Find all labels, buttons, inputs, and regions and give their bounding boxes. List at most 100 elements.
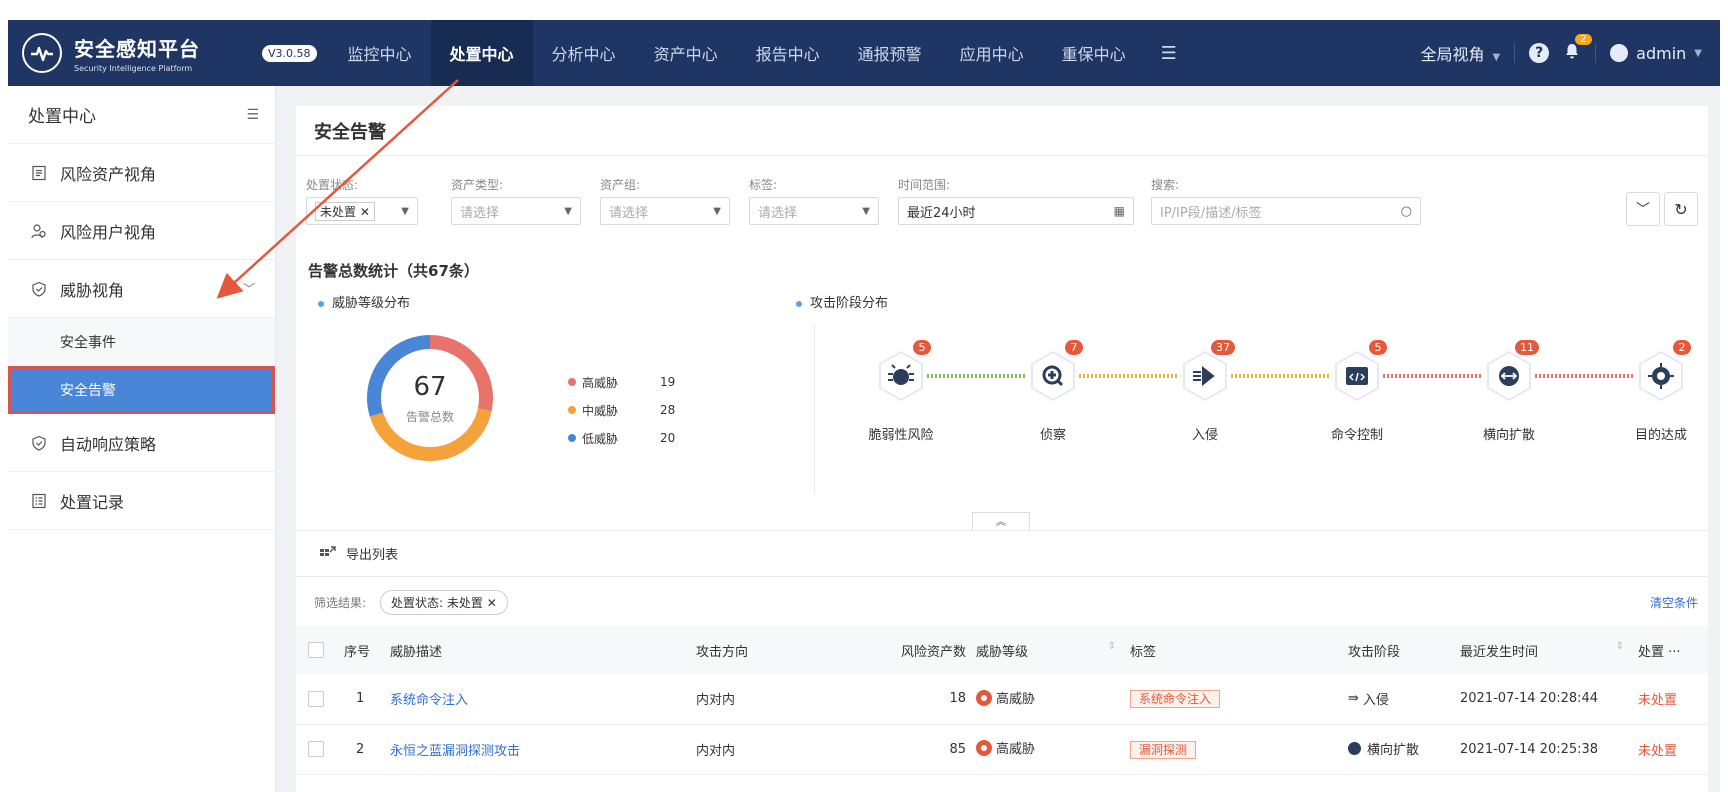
- sort-icon: ⇕: [1107, 640, 1116, 652]
- sidebar-title: 处置中心: [28, 107, 96, 127]
- page-title: 安全告警: [296, 106, 1708, 156]
- chevron-down-icon: ﹀: [1636, 202, 1650, 218]
- caret-down-icon: ▼: [862, 205, 870, 217]
- asset-group-select[interactable]: 请选择 ▼: [600, 197, 730, 225]
- sidebar-item-label: 威胁视角: [60, 280, 125, 300]
- lateral-arrows-icon: [1348, 742, 1361, 755]
- attack-stage[interactable]: 37 入侵: [1170, 340, 1240, 443]
- nav-item[interactable]: 分析中心: [533, 20, 635, 86]
- intrusion-arrow-icon: 37: [1179, 340, 1235, 402]
- filter-label: 资产类型:: [451, 178, 504, 192]
- select-all-checkbox[interactable]: [308, 642, 324, 658]
- legend-value: 28: [660, 403, 676, 417]
- sidebar-item-risk-users[interactable]: 风险用户视角: [8, 202, 275, 260]
- sidebar-item-disposal-records[interactable]: 处置记录: [8, 472, 275, 530]
- threat-level-cell: 高威胁: [976, 674, 1130, 724]
- disposal-status[interactable]: 未处置: [1638, 674, 1708, 724]
- column-header: 攻击方向: [696, 644, 749, 660]
- legend-item[interactable]: 低威胁 20: [568, 424, 680, 452]
- table-header-row: 序号 威胁描述 攻击方向 风险资产数 威胁等级 ⇕ 标签 攻击阶段 最近发生时间 ⇕…: [296, 626, 1708, 674]
- sidebar-subitem-security-alerts[interactable]: 安全告警: [8, 366, 275, 414]
- table-row[interactable]: 2 永恒之蓝漏洞探测攻击 内对内 85 高威胁 漏洞探测 横向扩散 2021-07-14 20…: [296, 724, 1708, 774]
- row-checkbox[interactable]: [308, 741, 324, 757]
- chevron-up-icon: ︽: [996, 517, 1006, 528]
- sidebar-item-risk-assets[interactable]: 风险资产视角: [8, 144, 275, 202]
- asset-type-select[interactable]: 请选择 ▼: [451, 197, 581, 225]
- brand-subtitle: Security Intelligence Platform: [74, 64, 193, 73]
- attack-stage-cell: ⇛ 入侵: [1348, 674, 1460, 724]
- view-selector[interactable]: 全局视角 ▼: [1420, 41, 1500, 65]
- threat-description-link[interactable]: 永恒之蓝漏洞探测攻击: [390, 724, 696, 774]
- filter-time-range: 时间范围: 最近24小时 ▦: [898, 176, 1134, 225]
- attack-stage[interactable]: 2 目的达成: [1626, 340, 1696, 443]
- legend-item[interactable]: 高威胁 19: [568, 368, 680, 396]
- clear-filters-link[interactable]: 清空条件: [1650, 594, 1698, 611]
- attack-stage-cell: 横向扩散: [1348, 724, 1460, 774]
- collapse-sidebar-icon[interactable]: ☰: [246, 107, 259, 123]
- nav-item[interactable]: 重保中心: [1043, 20, 1145, 86]
- nav-item[interactable]: 应用中心: [941, 20, 1043, 86]
- threat-tag[interactable]: 系统命令注入: [1130, 690, 1221, 709]
- stage-label: 横向扩散: [1482, 428, 1535, 443]
- time-range-picker[interactable]: 最近24小时 ▦: [898, 197, 1134, 225]
- table-row[interactable]: 1 系统命令注入 内对内 18 高威胁 系统命令注入 ⇛ 入侵 2021-07-14 20:28…: [296, 674, 1708, 724]
- notification-bell-icon[interactable]: 2: [1563, 33, 1592, 65]
- sidebar-item-auto-response[interactable]: 自动响应策略: [8, 414, 275, 472]
- stage-count-badge: 37: [1211, 340, 1235, 355]
- caret-down-icon: ▼: [401, 205, 409, 217]
- donut-center: 67 告警总数: [364, 332, 496, 464]
- stage-connector: [1231, 374, 1331, 378]
- column-header-sortable[interactable]: 威胁等级 ⇕: [976, 626, 1130, 674]
- risk-asset-count[interactable]: 18: [872, 674, 976, 724]
- filter-status: 处置状态: 未处置 ✕ ▼: [306, 176, 418, 225]
- attack-stage[interactable]: 7 侦察: [1018, 340, 1088, 443]
- filter-chip[interactable]: 处置状态: 未处置 ✕: [380, 590, 508, 615]
- brand-logo[interactable]: 安全感知平台 Security Intelligence Platform: [22, 33, 262, 73]
- disposal-status[interactable]: 未处置: [1638, 724, 1708, 774]
- stage-label: 入侵: [1191, 428, 1218, 443]
- filter-label: 时间范围:: [898, 178, 951, 192]
- collapse-stats-button[interactable]: ︽: [972, 512, 1030, 530]
- column-header: 处置 ···: [1638, 626, 1708, 674]
- column-header-sortable[interactable]: 最近发生时间 ⇕: [1460, 626, 1638, 674]
- help-icon[interactable]: ?: [1529, 43, 1550, 63]
- column-header: 攻击阶段: [1348, 644, 1401, 660]
- status-select[interactable]: 未处置 ✕ ▼: [306, 197, 418, 225]
- attack-stage-label: 横向扩散: [1367, 743, 1420, 758]
- threat-tag[interactable]: 漏洞探测: [1130, 740, 1197, 759]
- user-menu[interactable]: admin ▼: [1610, 44, 1702, 63]
- sidebar-item-label: 风险用户视角: [60, 222, 157, 242]
- more-menu-icon[interactable]: ☰: [1145, 20, 1193, 86]
- expand-filters-button[interactable]: ﹀: [1626, 192, 1660, 226]
- attack-direction: 内对内: [696, 693, 736, 709]
- user-avatar-icon: [1610, 44, 1629, 62]
- row-checkbox[interactable]: [308, 690, 324, 707]
- more-columns-icon[interactable]: ···: [1668, 645, 1680, 660]
- attack-stage[interactable]: 5 脆弱性风险: [866, 340, 936, 443]
- selected-tag: 未处置 ✕: [315, 201, 375, 221]
- nav-item[interactable]: 通报预警: [839, 20, 941, 86]
- close-icon[interactable]: ✕: [487, 596, 497, 610]
- attack-stage[interactable]: 5 命令控制: [1322, 340, 1392, 443]
- filter-label: 标签:: [749, 178, 778, 192]
- nav-item[interactable]: 资产中心: [635, 20, 737, 86]
- select-placeholder: 请选择: [460, 205, 500, 221]
- threat-description-link[interactable]: 系统命令注入: [390, 674, 696, 724]
- nav-item[interactable]: 处置中心: [430, 20, 533, 86]
- refresh-button[interactable]: ↻: [1664, 192, 1698, 226]
- risk-asset-count[interactable]: 85: [872, 724, 976, 774]
- attack-stage[interactable]: 11 横向扩散: [1474, 340, 1544, 443]
- search-input[interactable]: IP/IP段/描述/标签 ○: [1151, 197, 1421, 225]
- bug-icon: 5: [875, 340, 931, 402]
- sidebar-item-threat-view[interactable]: 威胁视角 ﹀: [8, 260, 275, 318]
- legend-item[interactable]: 中威胁 28: [568, 396, 680, 424]
- sidebar-subitem-security-events[interactable]: 安全事件: [8, 318, 275, 366]
- document-icon: [30, 164, 48, 182]
- nav-item[interactable]: 报告中心: [737, 20, 839, 86]
- threat-level-legend: 高威胁 19 中威胁 28 低威胁 20: [568, 368, 680, 452]
- filter-asset-group: 资产组: 请选择 ▼: [600, 176, 730, 225]
- nav-item[interactable]: 监控中心: [329, 20, 431, 86]
- tags-select[interactable]: 请选择 ▼: [749, 197, 879, 225]
- stage-distribution-label: 攻击阶段分布: [810, 296, 889, 311]
- export-list-button[interactable]: 导出列表: [320, 544, 398, 563]
